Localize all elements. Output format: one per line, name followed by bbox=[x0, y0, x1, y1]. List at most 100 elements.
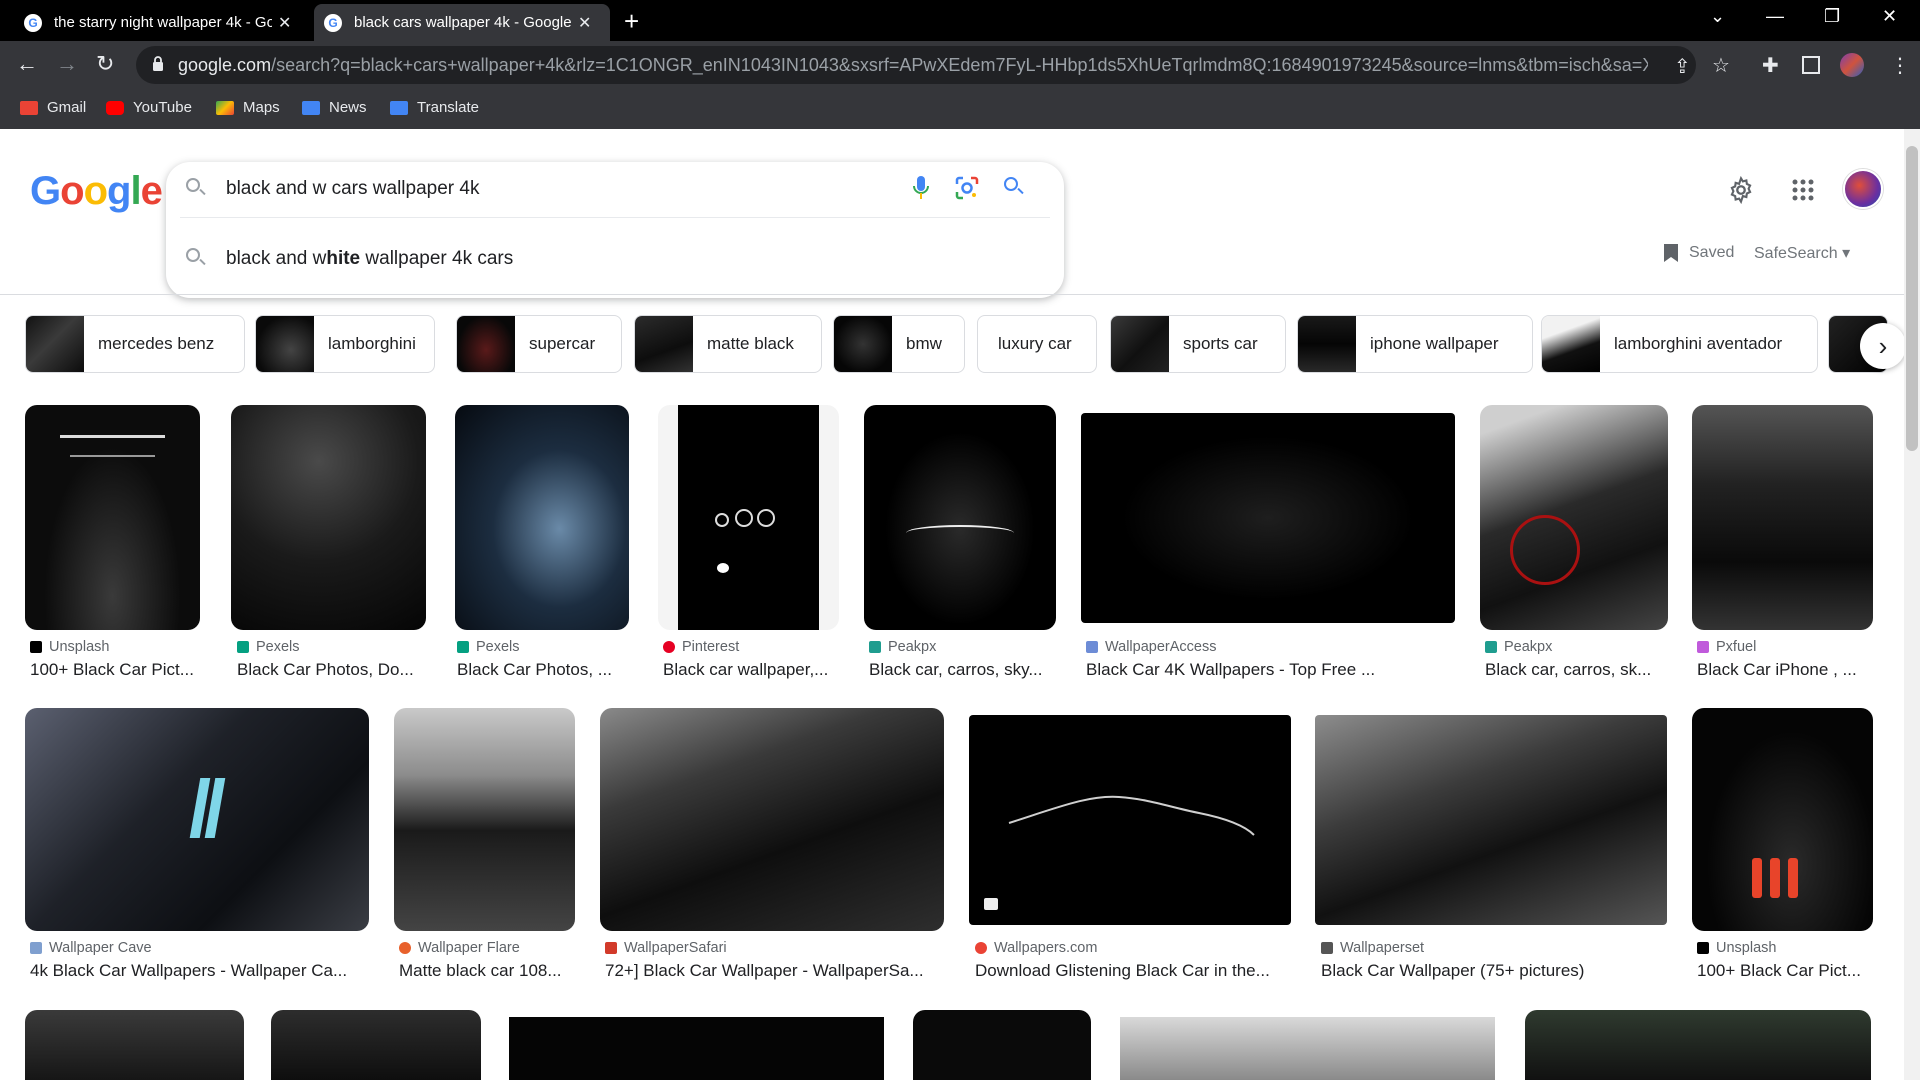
result-title[interactable]: Black car wallpaper,... bbox=[663, 660, 838, 680]
result-title[interactable]: Black car, carros, sky... bbox=[869, 660, 1054, 680]
scrollbar-thumb[interactable] bbox=[1906, 146, 1918, 451]
news-icon bbox=[302, 100, 320, 115]
google-favicon-icon: G bbox=[24, 13, 42, 32]
result-image[interactable] bbox=[969, 715, 1291, 925]
translate-icon bbox=[390, 100, 408, 115]
google-favicon-icon: G bbox=[324, 13, 342, 32]
chip-thumbnail bbox=[834, 316, 892, 372]
chip-matte-black[interactable]: matte black bbox=[634, 315, 822, 373]
apps-grid-icon[interactable] bbox=[1792, 179, 1814, 201]
new-tab-button[interactable]: + bbox=[624, 7, 639, 35]
result-image[interactable] bbox=[658, 405, 839, 630]
result-image[interactable] bbox=[394, 708, 575, 931]
youtube-icon bbox=[106, 100, 124, 115]
result-image[interactable] bbox=[1480, 405, 1668, 630]
microphone-icon[interactable] bbox=[912, 174, 930, 202]
saved-link[interactable]: Saved bbox=[1663, 243, 1734, 263]
window-close-icon[interactable]: ✕ bbox=[1882, 6, 1897, 27]
chip-thumbnail bbox=[1298, 316, 1356, 372]
chip-thumbnail bbox=[256, 316, 314, 372]
result-image[interactable] bbox=[913, 1010, 1091, 1080]
result-title[interactable]: Black Car Wallpaper (75+ pictures) bbox=[1321, 961, 1666, 981]
result-image[interactable] bbox=[25, 405, 200, 630]
search-suggestion[interactable]: black and white wallpaper 4k cars bbox=[226, 248, 513, 270]
bookmark-gmail[interactable]: Gmail bbox=[20, 99, 86, 116]
tab-starry-night[interactable]: G the starry night wallpaper 4k - Go ✕ bbox=[14, 4, 310, 41]
result-image[interactable] bbox=[271, 1010, 481, 1080]
tab-search-chevron-icon[interactable]: ⌄ bbox=[1710, 6, 1725, 27]
restore-icon[interactable]: ❐ bbox=[1824, 6, 1840, 27]
reload-icon[interactable]: ↻ bbox=[96, 53, 114, 75]
result-title[interactable]: Black car, carros, sk... bbox=[1485, 660, 1670, 680]
result-image[interactable] bbox=[864, 405, 1056, 630]
result-title[interactable]: Black Car iPhone , ... bbox=[1697, 660, 1872, 680]
wallpaperflare-icon bbox=[399, 942, 411, 954]
pexels-icon bbox=[237, 641, 249, 653]
tab-black-cars[interactable]: G black cars wallpaper 4k - Google ✕ bbox=[314, 4, 610, 41]
suggestion-search-icon bbox=[186, 248, 200, 262]
bookmark-youtube[interactable]: YouTube bbox=[106, 99, 192, 116]
result-title[interactable]: 100+ Black Car Pict... bbox=[30, 660, 200, 680]
chip-luxury-car[interactable]: luxury car bbox=[977, 315, 1097, 373]
result-title[interactable]: 100+ Black Car Pict... bbox=[1697, 961, 1872, 981]
result-title[interactable]: 72+] Black Car Wallpaper - WallpaperSa..… bbox=[605, 961, 945, 981]
result-image[interactable] bbox=[231, 405, 426, 630]
chip-supercar[interactable]: supercar bbox=[456, 315, 622, 373]
tab-title: black cars wallpaper 4k - Google bbox=[354, 14, 572, 31]
chip-thumbnail bbox=[635, 316, 693, 372]
dropdown-caret-icon: ▾ bbox=[1842, 245, 1851, 262]
result-image[interactable] bbox=[25, 708, 369, 931]
image-badge-icon bbox=[984, 898, 998, 910]
result-title[interactable]: Black Car Photos, ... bbox=[457, 660, 632, 680]
result-image[interactable] bbox=[1692, 708, 1873, 931]
menu-kebab-icon[interactable]: ⋮ bbox=[1890, 53, 1910, 78]
chip-lamborghini-aventador[interactable]: lamborghini aventador bbox=[1541, 315, 1818, 373]
close-icon[interactable]: ✕ bbox=[578, 13, 591, 33]
chip-sports-car[interactable]: sports car bbox=[1110, 315, 1286, 373]
result-image[interactable] bbox=[1692, 405, 1873, 630]
result-image[interactable] bbox=[455, 405, 629, 630]
minimize-icon[interactable]: — bbox=[1766, 6, 1784, 27]
profile-avatar[interactable] bbox=[1840, 53, 1864, 77]
share-icon[interactable]: ⇪ bbox=[1674, 54, 1691, 79]
bookmark-news[interactable]: News bbox=[302, 99, 367, 116]
result-title[interactable]: Black Car 4K Wallpapers - Top Free ... bbox=[1086, 660, 1456, 680]
search-submit-icon[interactable] bbox=[1004, 177, 1018, 191]
account-avatar[interactable] bbox=[1843, 169, 1883, 209]
search-input[interactable]: black and w cars wallpaper 4k bbox=[226, 178, 479, 200]
result-image[interactable] bbox=[1081, 413, 1455, 623]
result-image[interactable] bbox=[1525, 1010, 1871, 1080]
result-image[interactable] bbox=[1315, 715, 1667, 925]
wallpapercave-icon bbox=[30, 942, 42, 954]
safesearch-dropdown[interactable]: SafeSearch ▾ bbox=[1754, 243, 1850, 263]
chip-lamborghini[interactable]: lamborghini bbox=[255, 315, 435, 373]
car-silhouette-icon bbox=[1008, 795, 1255, 836]
result-image[interactable] bbox=[600, 708, 944, 931]
lens-camera-icon[interactable] bbox=[954, 175, 980, 201]
chips-next-arrow-icon[interactable]: › bbox=[1860, 323, 1906, 369]
result-image[interactable] bbox=[509, 1017, 884, 1080]
chip-iphone-wallpaper[interactable]: iphone wallpaper bbox=[1297, 315, 1533, 373]
result-title[interactable]: Black Car Photos, Do... bbox=[237, 660, 427, 680]
bookmark-star-icon[interactable]: ☆ bbox=[1712, 53, 1730, 78]
wallpapers-com-icon bbox=[975, 942, 987, 954]
chip-bmw[interactable]: bmw bbox=[833, 315, 965, 373]
result-title[interactable]: 4k Black Car Wallpapers - Wallpaper Ca..… bbox=[30, 961, 370, 981]
address-bar[interactable]: google.com/search?q=black+cars+wallpaper… bbox=[136, 46, 1696, 84]
result-image[interactable] bbox=[1120, 1017, 1495, 1080]
result-title[interactable]: Matte black car 108... bbox=[399, 961, 574, 981]
result-title[interactable]: Download Glistening Black Car in the... bbox=[975, 961, 1295, 981]
back-icon[interactable]: ← bbox=[16, 53, 38, 75]
chip-mercedes-benz[interactable]: mercedes benz bbox=[25, 315, 245, 373]
tab-strip: G the starry night wallpaper 4k - Go ✕ G… bbox=[0, 0, 1920, 41]
peakpx-icon bbox=[869, 641, 881, 653]
extensions-icon[interactable]: ✚ bbox=[1762, 53, 1779, 78]
forward-icon[interactable]: → bbox=[56, 53, 78, 75]
google-logo[interactable]: Google bbox=[30, 169, 163, 214]
side-panel-icon[interactable] bbox=[1802, 56, 1820, 74]
close-icon[interactable]: ✕ bbox=[278, 13, 291, 33]
result-image[interactable] bbox=[25, 1010, 244, 1080]
bookmark-translate[interactable]: Translate bbox=[390, 99, 479, 116]
bookmark-maps[interactable]: Maps bbox=[216, 99, 280, 116]
settings-gear-icon[interactable] bbox=[1727, 176, 1755, 204]
